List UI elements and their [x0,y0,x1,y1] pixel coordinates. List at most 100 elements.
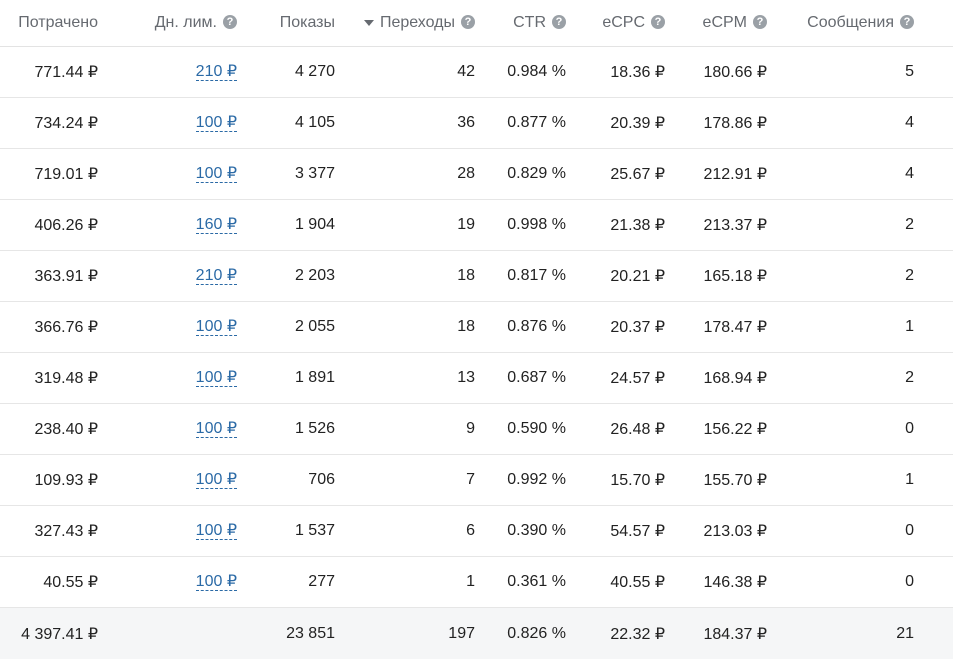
daily-limit-link[interactable]: 100 ₽ [195,369,237,387]
table-row[interactable]: 363.91 ₽ 210 ₽ 2 203 18 0.817 % 20.21 ₽ 165.18… [0,251,953,302]
daily-limit-link[interactable]: 100 ₽ [195,165,237,183]
table-row[interactable]: 771.44 ₽ 210 ₽ 4 270 42 0.984 % 18.36 ₽ 180.66… [0,47,953,98]
cell-clicks: 42 [457,63,475,80]
table-row[interactable]: 319.48 ₽ 100 ₽ 1 891 13 0.687 % 24.57 ₽ 168.94… [0,353,953,404]
cell-impressions: 2 055 [294,318,335,335]
col-header-ecpc[interactable]: eCPC ? [575,0,665,46]
total-ctr: 0.826 % [507,624,566,642]
cell-daily-limit: 100 ₽ [120,404,237,454]
cell-clicks: 18 [457,318,475,335]
daily-limit-link[interactable]: 210 ₽ [195,63,237,81]
cell-ecpc: 26.48 ₽ [610,421,665,438]
question-circle-icon[interactable]: ? [651,15,665,29]
table-row[interactable]: 109.93 ₽ 100 ₽ 706 7 0.992 % 15.70 ₽ 155.70 ₽ 1 [0,455,953,506]
col-header-label: eCPM [702,14,747,31]
sort-desc-icon[interactable] [363,20,374,26]
cell-ctr: 0.876 % [507,318,566,335]
cell-messages: 2 [905,369,914,386]
table-row[interactable]: 406.26 ₽ 160 ₽ 1 904 19 0.998 % 21.38 ₽ 213.37… [0,200,953,251]
cell-ecpm: 180.66 ₽ [703,64,767,81]
col-header-messages[interactable]: Сообщения ? [780,0,914,46]
cell-ecpm: 213.37 ₽ [703,217,767,234]
question-circle-icon[interactable]: ? [753,15,767,29]
table-row[interactable]: 40.55 ₽ 100 ₽ 277 1 0.361 % 40.55 ₽ 146.38 ₽ 0 [0,557,953,608]
cell-ecpc: 25.67 ₽ [610,166,665,183]
daily-limit-link[interactable]: 100 ₽ [195,420,237,438]
col-header-clicks[interactable]: Переходы ? [350,0,475,46]
daily-limit-link[interactable]: 210 ₽ [195,267,237,285]
cell-messages: 0 [905,573,914,590]
table-total-row: 4 397.41 ₽ 23 851 197 0.826 % 22.32 ₽ 18… [0,608,953,659]
cell-spent: 40.55 ₽ [43,574,98,591]
total-impressions: 23 851 [286,624,335,642]
cell-impressions: 1 904 [294,216,335,233]
col-header-ecpm[interactable]: eCPM ? [675,0,767,46]
daily-limit-link[interactable]: 100 ₽ [195,318,237,336]
cell-ctr: 0.590 % [507,420,566,437]
cell-ctr: 0.998 % [507,216,566,233]
cell-messages: 4 [905,165,914,182]
cell-ecpc: 54.57 ₽ [610,523,665,540]
cell-spent: 406.26 ₽ [34,217,98,234]
cell-impressions: 1 891 [294,369,335,386]
cell-clicks: 19 [457,216,475,233]
cell-messages: 0 [905,420,914,437]
question-circle-icon[interactable]: ? [900,15,914,29]
daily-limit-link[interactable]: 100 ₽ [195,471,237,489]
cell-spent: 238.40 ₽ [34,421,98,438]
cell-messages: 0 [905,522,914,539]
cell-impressions: 3 377 [294,165,335,182]
question-circle-icon[interactable]: ? [223,15,237,29]
cell-ctr: 0.687 % [507,369,566,386]
daily-limit-link[interactable]: 160 ₽ [195,216,237,234]
total-clicks: 197 [448,624,475,642]
cell-spent: 366.76 ₽ [34,319,98,336]
col-header-label: Сообщения [807,14,894,31]
cell-ecpc: 15.70 ₽ [610,472,665,489]
cell-messages: 1 [905,318,914,335]
cell-daily-limit: 100 ₽ [120,557,237,607]
daily-limit-link[interactable]: 100 ₽ [195,573,237,591]
cell-spent: 327.43 ₽ [34,523,98,540]
cell-ecpm: 212.91 ₽ [703,166,767,183]
cell-clicks: 28 [457,165,475,182]
cell-ctr: 0.984 % [507,63,566,80]
table-header: Потрачено Дн. лим. ? Показы Переходы ? C… [0,0,953,47]
cell-clicks: 13 [457,369,475,386]
cell-clicks: 1 [466,573,475,590]
cell-clicks: 6 [466,522,475,539]
table-row[interactable]: 238.40 ₽ 100 ₽ 1 526 9 0.590 % 26.48 ₽ 156.22 … [0,404,953,455]
cell-ecpc: 20.37 ₽ [610,319,665,336]
cell-daily-limit: 210 ₽ [120,251,237,301]
cell-impressions: 1 537 [294,522,335,539]
question-circle-icon[interactable]: ? [552,15,566,29]
cell-ctr: 0.829 % [507,165,566,182]
total-ecpc: 22.32 ₽ [610,625,665,643]
daily-limit-link[interactable]: 100 ₽ [195,522,237,540]
question-circle-icon[interactable]: ? [461,15,475,29]
cell-daily-limit: 210 ₽ [120,47,237,97]
cell-daily-limit: 100 ₽ [120,302,237,352]
cell-ecpm: 178.47 ₽ [703,319,767,336]
cell-ecpc: 20.21 ₽ [610,268,665,285]
col-header-label: eCPC [602,14,645,31]
daily-limit-link[interactable]: 100 ₽ [195,114,237,132]
cell-ecpm: 178.86 ₽ [703,115,767,132]
table-row[interactable]: 734.24 ₽ 100 ₽ 4 105 36 0.877 % 20.39 ₽ 178.86… [0,98,953,149]
cell-impressions: 2 203 [294,267,335,284]
col-header-impressions[interactable]: Показы [250,0,335,46]
col-header-spent[interactable]: Потрачено [0,0,98,46]
cell-ecpm: 213.03 ₽ [703,523,767,540]
col-header-ctr[interactable]: CTR ? [480,0,566,46]
cell-spent: 734.24 ₽ [34,115,98,132]
cell-messages: 1 [905,471,914,488]
table-row[interactable]: 719.01 ₽ 100 ₽ 3 377 28 0.829 % 25.67 ₽ 212.91… [0,149,953,200]
cell-daily-limit: 100 ₽ [120,353,237,403]
col-header-daily-limit[interactable]: Дн. лим. ? [120,0,237,46]
total-ecpm: 184.37 ₽ [703,625,767,643]
table-row[interactable]: 366.76 ₽ 100 ₽ 2 055 18 0.876 % 20.37 ₽ 178.47… [0,302,953,353]
table-row[interactable]: 327.43 ₽ 100 ₽ 1 537 6 0.390 % 54.57 ₽ 213.03 … [0,506,953,557]
cell-spent: 771.44 ₽ [34,64,98,81]
cell-ecpc: 20.39 ₽ [610,115,665,132]
cell-clicks: 7 [466,471,475,488]
